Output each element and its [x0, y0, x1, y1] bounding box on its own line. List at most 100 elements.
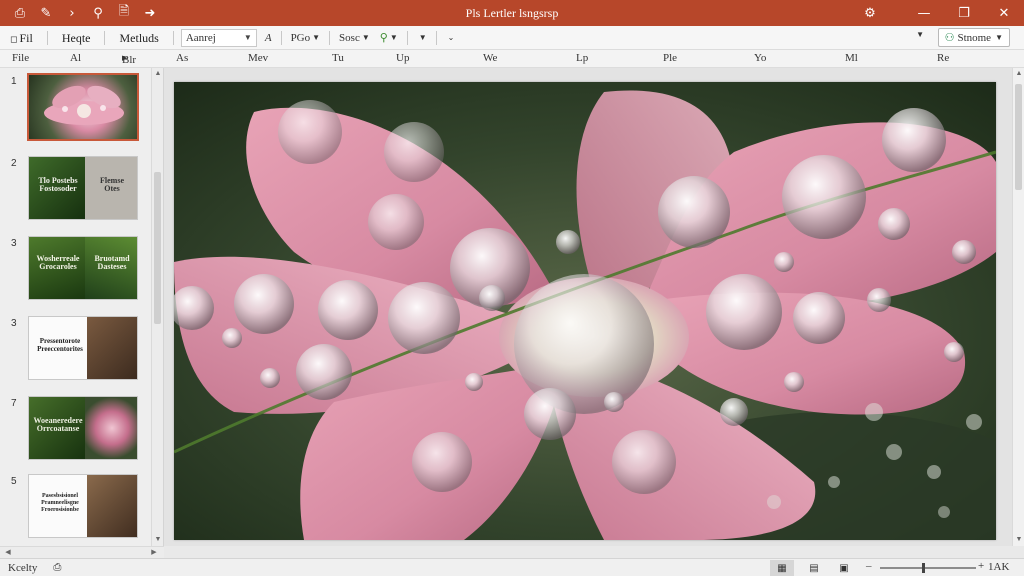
slide-thumbnail-pane: 1 2 Tlo Postebs Fostosoder Flemse Otes 3 [0, 68, 164, 546]
zoom-out-icon[interactable]: – [866, 560, 872, 572]
more-dropdown[interactable]: ▼ [414, 29, 430, 47]
expand-dropdown[interactable]: ⌄ [443, 29, 458, 47]
divider [104, 30, 106, 45]
thumbnail-title: Pasesbsisionel Pramneelisgne Froerosisio… [41, 493, 79, 513]
title-bar: ⎙ ✎ › ⚲ 🗎 ➜ Pls Lertler lsngsrsp ⚙ — ❐ ✕ [0, 0, 1024, 26]
chevron-down-icon: ▼ [243, 33, 252, 42]
ruler-label: As [176, 52, 189, 64]
search-icon[interactable]: ⚲ [88, 3, 108, 23]
scroll-down-icon[interactable]: ▼ [152, 534, 164, 546]
share-arrow-icon[interactable]: ➜ [140, 3, 160, 23]
ruler-label: Al [70, 52, 81, 64]
divider [172, 30, 174, 45]
divider [406, 30, 408, 45]
slide-number: 5 [11, 476, 17, 487]
slide-thumbnail-1[interactable]: 1 [0, 73, 150, 142]
slide-thumbnail-6[interactable]: 5 Pasesbsisionel Pramneelisgne Froerosis… [0, 474, 150, 542]
highlight-icon: ⚲ [379, 31, 388, 44]
chevron-down-icon: ⌄ [447, 33, 455, 42]
normal-view-icon[interactable]: ▦ [770, 560, 794, 576]
ruler-label: Ml [845, 52, 858, 64]
quick-access-toolbar: ⎙ ✎ › ⚲ 🗎 ➜ [0, 0, 160, 26]
ruler-label: We [483, 52, 498, 64]
tab-home[interactable]: Heqte [52, 26, 101, 50]
water-drop-flower-image [174, 82, 996, 540]
thumbnail-title: Woeaneredere Orrcoatanse [33, 416, 83, 433]
accessibility-icon[interactable]: ⎙ [53, 562, 61, 573]
slide-number: 3 [11, 318, 17, 329]
canvas-scrollbar[interactable]: ▲ ▼ [1012, 68, 1024, 546]
divider [280, 30, 282, 45]
save-icon[interactable]: ⎙ [10, 3, 30, 23]
thumbnail-horizontal-scrollbar[interactable]: ◀ ▶ [0, 546, 164, 558]
slide-editing-canvas [164, 68, 1012, 546]
zoom-slider-knob[interactable] [921, 563, 925, 573]
slide-number: 2 [11, 158, 17, 169]
person-icon: ⚇ [944, 31, 955, 44]
font-name-value: Aanrej [185, 31, 216, 44]
file-tab-icon: ◻ [10, 34, 18, 45]
reading-view-icon[interactable]: ▣ [832, 560, 856, 576]
ruler-label: File [12, 52, 30, 64]
zoom-slider[interactable] [880, 563, 976, 573]
font-size-dropdown[interactable]: PGo ▼ [288, 29, 323, 47]
tab-file[interactable]: ◻ Fil [0, 26, 43, 50]
scroll-up-icon[interactable]: ▲ [1013, 68, 1024, 80]
slide-number: 7 [11, 398, 17, 409]
status-text: Kcelty [8, 561, 38, 574]
scroll-down-icon[interactable]: ▼ [1013, 534, 1024, 546]
scrollbar-thumb[interactable] [154, 172, 161, 324]
thumbnail-title: Wosherreale Grocaroles [36, 254, 80, 271]
restore-icon[interactable]: ❐ [944, 0, 984, 26]
current-slide[interactable] [174, 82, 996, 540]
share-button[interactable]: ⚇ Stnome ▼ [937, 28, 1010, 47]
thumbnail-subtitle: Bruotamd Dasteses [94, 254, 130, 271]
chevron-down-icon: ▼ [361, 33, 370, 42]
font-name-dropdown[interactable]: Aanrej ▼ [180, 28, 257, 47]
slide-thumbnail-4[interactable]: 3 Pressentorote Preeccentorites [0, 316, 150, 384]
slide-thumbnail-image: Pressentorote Preeccentorites [28, 316, 138, 380]
ruler-label: Lp [576, 52, 589, 64]
chevron-down-icon: ▼ [312, 33, 321, 42]
chevron-down-icon: ▼ [389, 33, 398, 42]
divider [329, 30, 331, 45]
edit-icon[interactable]: ✎ [36, 3, 56, 23]
tab-methods[interactable]: Metluds [109, 26, 168, 50]
thumbnail-photo-panel [87, 475, 137, 537]
slide-thumbnail-image: Tlo Postebs Fostosoder Flemse Otes [28, 156, 138, 220]
close-icon[interactable]: ✕ [984, 0, 1024, 26]
redo-icon[interactable]: › [62, 3, 82, 23]
thumbnail-flower-panel [85, 397, 137, 459]
slide-thumbnail-image: Wosherreale Grocaroles Bruotamd Dasteses [28, 236, 138, 300]
slide-sorter-icon[interactable]: ▤ [802, 560, 826, 576]
slide-thumbnail-3[interactable]: 3 Wosherreale Grocaroles Bruotamd Dastes… [0, 236, 150, 304]
ruler-label: Yo [754, 52, 767, 64]
highlight-button[interactable]: ⚲ ▼ [377, 29, 401, 47]
slide-thumbnail-image: Pasesbsisionel Pramneelisgne Froerosisio… [28, 474, 138, 538]
slide-thumbnail-2[interactable]: 2 Tlo Postebs Fostosoder Flemse Otes [0, 156, 150, 224]
flower-thumbnail-art [44, 85, 124, 125]
ruler-label: Tu [332, 52, 344, 64]
status-bar: Kcelty ⎙ ▦ ▤ ▣ – + 1AK [0, 558, 1024, 576]
sort-dropdown[interactable]: Sosc ▼ [336, 29, 373, 47]
ruler-label: Mev [248, 52, 269, 64]
zoom-in-icon[interactable]: + [978, 560, 984, 572]
divider [46, 30, 48, 45]
scrollbar-thumb[interactable] [1015, 84, 1022, 190]
scroll-up-icon[interactable]: ▲ [152, 68, 164, 80]
slide-number: 3 [11, 238, 17, 249]
zoom-level[interactable]: 1AK [988, 561, 1009, 573]
ribbon-toolbar: ◻ Fil Heqte Metluds Aanrej ▼ A PGo ▼ Sosc… [0, 26, 1024, 50]
ruler-label: Ple [663, 52, 678, 64]
settings-icon[interactable]: ⚙ [850, 0, 890, 26]
slide-thumbnail-image: Woeaneredere Orrcoatanse [28, 396, 138, 460]
thumbnail-photo-panel [87, 317, 137, 379]
document-icon[interactable]: 🗎 [114, 3, 134, 23]
ribbon-collapse-icon[interactable]: ▼ [916, 30, 924, 39]
divider [435, 30, 437, 45]
thumbnail-scrollbar[interactable]: ▲ ▼ [151, 68, 163, 546]
thumbnail-title: Pressentorote Preeccentorites [37, 337, 83, 353]
slide-thumbnail-5[interactable]: 7 Woeaneredere Orrcoatanse [0, 396, 150, 464]
font-style-button[interactable]: A [262, 29, 275, 47]
minimize-icon[interactable]: — [904, 0, 944, 26]
